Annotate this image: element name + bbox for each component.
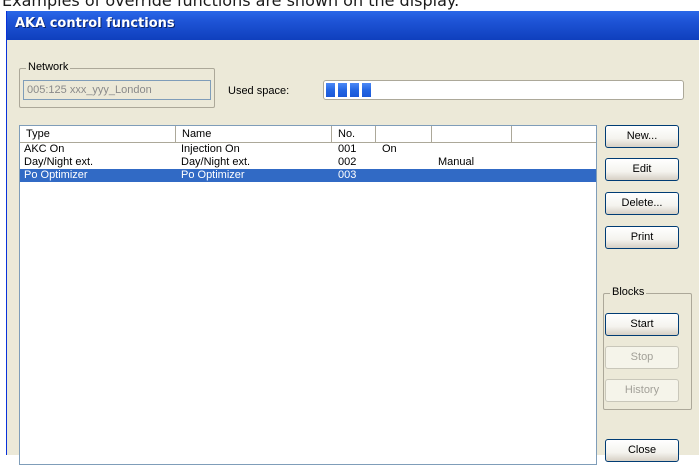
column-header-4[interactable] <box>376 126 432 143</box>
cell-mode: Manual <box>438 156 475 168</box>
network-group: Network 005:125 xxx_yyy_London <box>19 61 215 108</box>
cell-no: 002 <box>338 156 357 168</box>
functions-list[interactable]: Type Name No. AKC On Injection On 001 On… <box>19 125 597 465</box>
table-row[interactable]: Day/Night ext. Day/Night ext. 002 Manual <box>20 156 596 169</box>
network-field: 005:125 xxx_yyy_London <box>23 80 211 100</box>
progress-chunk <box>338 83 347 97</box>
column-header-type[interactable]: Type <box>20 126 176 143</box>
cell-type: AKC On <box>24 143 65 155</box>
column-header-5[interactable] <box>432 126 512 143</box>
close-button[interactable]: Close <box>605 439 679 462</box>
dialog-client-area: Network 005:125 xxx_yyy_London Used spac… <box>11 40 699 465</box>
edit-button[interactable]: Edit <box>605 158 679 181</box>
cell-type: Day/Night ext. <box>24 156 94 168</box>
cell-name: Po Optimizer <box>181 169 245 181</box>
cell-name: Injection On <box>181 143 240 155</box>
column-header-no[interactable]: No. <box>332 126 376 143</box>
title-bar[interactable]: AKA control functions <box>7 11 699 40</box>
delete-button[interactable]: Delete... <box>605 192 679 215</box>
print-button[interactable]: Print <box>605 226 679 249</box>
used-space-progress-fill <box>326 83 681 97</box>
progress-chunk <box>350 83 359 97</box>
progress-chunk <box>362 83 371 97</box>
aka-control-functions-window: AKA control functions Network 005:125 xx… <box>6 11 699 465</box>
start-button[interactable]: Start <box>605 313 679 336</box>
window-title: AKA control functions <box>15 16 175 31</box>
column-header-name[interactable]: Name <box>176 126 332 143</box>
cell-no: 003 <box>338 169 357 181</box>
list-header: Type Name No. <box>20 126 596 143</box>
used-space-label: Used space: <box>228 85 290 97</box>
column-header-6[interactable] <box>512 126 596 143</box>
cell-name: Day/Night ext. <box>181 156 251 168</box>
cell-no: 001 <box>338 143 357 155</box>
stop-button[interactable]: Stop <box>605 346 679 369</box>
used-space-progress-bar <box>323 80 684 100</box>
cell-type: Po Optimizer <box>24 169 88 181</box>
table-row-selected[interactable]: Po Optimizer Po Optimizer 003 <box>20 169 596 182</box>
progress-chunk <box>326 83 335 97</box>
blocks-group-label: Blocks <box>610 286 647 298</box>
new-button[interactable]: New... <box>605 125 679 148</box>
network-group-label: Network <box>26 61 71 73</box>
cell-state: On <box>382 143 397 155</box>
table-row[interactable]: AKC On Injection On 001 On <box>20 143 596 156</box>
caption-text: Examples of override functions are shown… <box>2 0 460 10</box>
history-button[interactable]: History <box>605 379 679 402</box>
